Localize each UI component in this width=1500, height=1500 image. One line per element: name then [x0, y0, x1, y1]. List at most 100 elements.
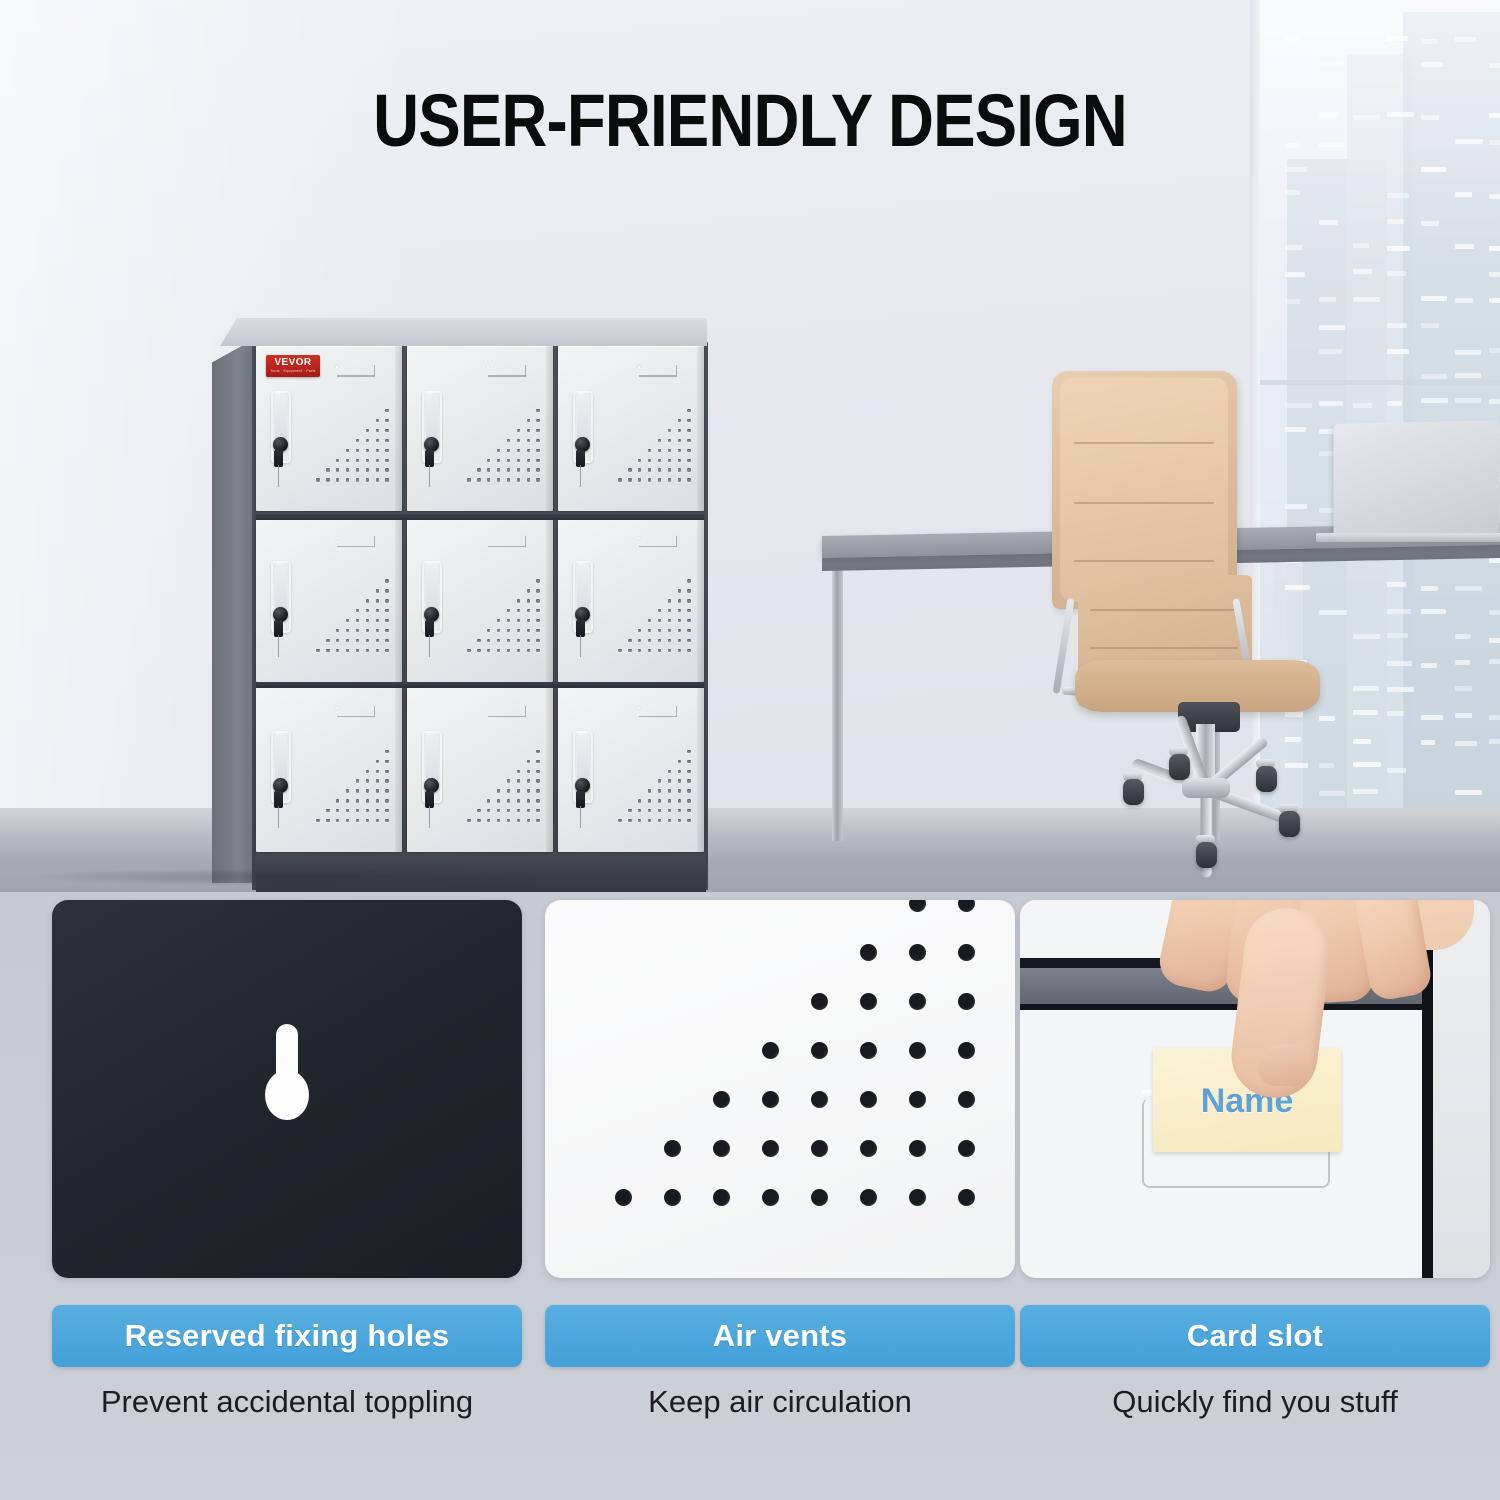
vent-hole — [517, 799, 520, 802]
vent-hole — [366, 799, 369, 802]
vent-row — [467, 789, 540, 792]
vent-hole — [536, 619, 539, 622]
vent-hole — [668, 799, 671, 802]
vent-hole — [536, 789, 539, 792]
vent-row — [618, 629, 691, 632]
vent-row — [316, 439, 389, 442]
vent-row — [618, 799, 691, 802]
locker-door[interactable] — [558, 346, 704, 511]
vent-hole — [664, 1140, 681, 1157]
locker-door[interactable] — [407, 346, 553, 511]
locker-side-panel — [212, 338, 256, 883]
vent-hole — [356, 619, 359, 622]
vent-hole — [762, 1042, 779, 1059]
vent-hole — [687, 449, 690, 452]
vent-hole — [678, 819, 681, 822]
vent-row — [615, 1091, 975, 1108]
door-card-slot — [335, 364, 379, 381]
locker-door[interactable] — [256, 516, 402, 681]
badge-label: Card slot — [1187, 1318, 1323, 1354]
chair-caster — [1279, 811, 1300, 837]
vent-hole — [346, 459, 349, 462]
vent-hole — [527, 609, 530, 612]
vent-hole — [376, 649, 379, 652]
vent-row — [467, 419, 540, 422]
vent-hole — [346, 809, 349, 812]
vent-hole — [958, 993, 975, 1010]
vent-hole — [536, 649, 539, 652]
vent-hole — [678, 478, 681, 481]
vent-row — [618, 609, 691, 612]
vent-row — [316, 649, 389, 652]
vent-hole — [346, 639, 349, 642]
vent-hole — [517, 468, 520, 471]
vent-row — [467, 649, 540, 652]
badge-air-vents[interactable]: Air vents — [545, 1305, 1015, 1367]
vent-row — [316, 459, 389, 462]
vent-hole — [668, 459, 671, 462]
vent-hole — [536, 639, 539, 642]
vent-hole — [527, 809, 530, 812]
vent-hole — [658, 619, 661, 622]
vent-hole — [658, 629, 661, 632]
vent-row — [615, 1140, 975, 1157]
badge-reserved-fixing-holes[interactable]: Reserved fixing holes — [52, 1305, 522, 1367]
locker-door[interactable]: VEVOR Tools · Equipment · Parts — [256, 346, 402, 511]
vent-hole — [658, 789, 661, 792]
vent-hole — [366, 429, 369, 432]
locker-door[interactable] — [407, 516, 553, 681]
vent-hole — [678, 789, 681, 792]
vent-hole — [527, 799, 530, 802]
vent-hole — [487, 819, 490, 822]
vent-hole — [346, 468, 349, 471]
badge-label: Air vents — [713, 1318, 847, 1354]
vent-hole — [366, 819, 369, 822]
vent-hole — [638, 809, 641, 812]
vent-row — [316, 429, 389, 432]
vent-hole — [536, 439, 539, 442]
vent-hole — [517, 779, 520, 782]
vent-hole — [860, 1189, 877, 1206]
vent-row — [316, 779, 389, 782]
vent-hole — [376, 779, 379, 782]
door-handle-recess — [275, 395, 287, 443]
chair-seam — [1090, 647, 1238, 649]
vent-hole — [658, 449, 661, 452]
vent-hole — [618, 819, 621, 822]
vent-hole — [517, 459, 520, 462]
vent-hole — [517, 619, 520, 622]
vent-hole — [536, 409, 539, 412]
locker-top-surface — [220, 318, 707, 346]
vent-hole — [467, 819, 470, 822]
vent-hole — [366, 468, 369, 471]
vent-row — [467, 409, 540, 412]
locker-door[interactable] — [558, 687, 704, 852]
door-card-slot — [486, 535, 530, 552]
vent-hole — [678, 439, 681, 442]
vent-hole — [648, 449, 651, 452]
vent-hole — [687, 760, 690, 763]
vent-row — [467, 449, 540, 452]
vent-hole — [336, 478, 339, 481]
vent-hole — [517, 478, 520, 481]
vent-row — [316, 629, 389, 632]
vent-row — [618, 468, 691, 471]
door-card-slot — [486, 364, 530, 381]
vent-hole — [811, 1189, 828, 1206]
vent-hole — [517, 770, 520, 773]
door-key-shaft — [429, 465, 430, 487]
vent-hole — [385, 429, 388, 432]
door-card-slot — [335, 705, 379, 722]
vent-hole — [909, 1189, 926, 1206]
vent-hole — [678, 468, 681, 471]
vent-hole — [385, 819, 388, 822]
vent-row — [316, 449, 389, 452]
vent-hole — [517, 639, 520, 642]
vent-hole — [517, 789, 520, 792]
vent-hole — [678, 609, 681, 612]
vent-hole — [958, 900, 975, 912]
locker-door[interactable] — [407, 687, 553, 852]
locker-door[interactable] — [558, 516, 704, 681]
badge-card-slot[interactable]: Card slot — [1020, 1305, 1490, 1367]
locker-door[interactable] — [256, 687, 402, 852]
